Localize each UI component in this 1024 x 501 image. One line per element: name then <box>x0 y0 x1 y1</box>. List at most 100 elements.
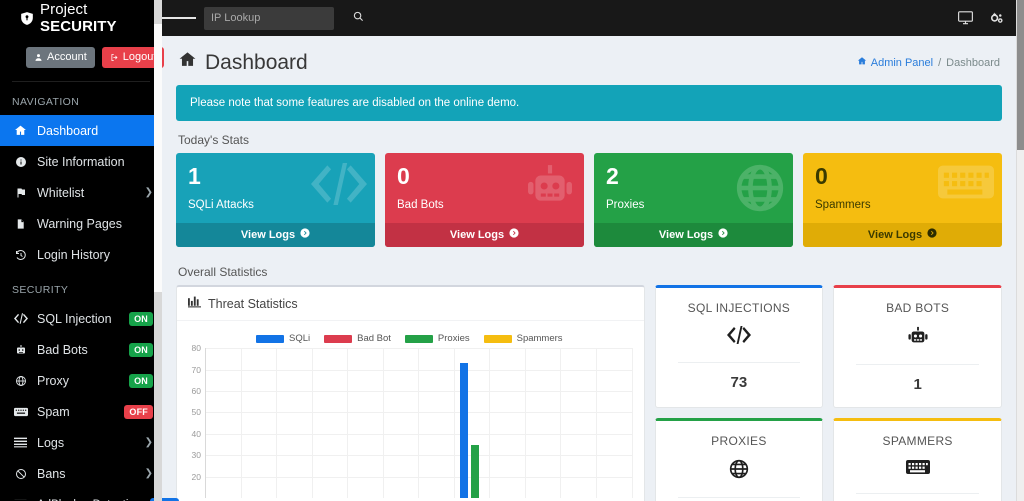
legend-item[interactable]: Bad Bot <box>324 333 391 344</box>
summary-card-title: SPAMMERS <box>882 434 953 449</box>
sidebar-item-spam[interactable]: Spam OFF <box>0 396 162 427</box>
sidebar-item-logs[interactable]: Logs ❯ <box>0 427 162 458</box>
sidebar-scrollbar[interactable] <box>154 0 162 501</box>
account-button[interactable]: Account <box>26 47 95 69</box>
list-icon <box>13 437 28 448</box>
summary-cards-grid: SQL INJECTIONS 73 BAD BOTS 1 PROXIES SPA… <box>654 285 1002 501</box>
stat-card-spammers[interactable]: 0 Spammers View Logs <box>803 153 1002 248</box>
hamburger-icon[interactable] <box>162 0 196 36</box>
chart-gridline <box>382 348 384 499</box>
gears-icon[interactable] <box>989 11 1004 25</box>
brand-text: Project SECURITY <box>40 1 117 35</box>
overall-statistics-label: Overall Statistics <box>178 265 268 280</box>
sidebar-item-label: Dashboard <box>37 123 99 138</box>
stat-card-body: 2 Proxies <box>594 153 793 223</box>
arrow-circle-right-icon <box>927 228 937 241</box>
desktop-icon[interactable] <box>958 11 973 25</box>
chart-y-tick: 30 <box>191 450 201 461</box>
chart-gridline <box>595 348 597 499</box>
stat-card-body: 0 Spammers <box>803 153 1002 223</box>
summary-card-proxies[interactable]: PROXIES <box>654 418 824 501</box>
logout-button-label: Logout <box>122 51 157 63</box>
sidebar-item-dashboard[interactable]: Dashboard <box>0 115 162 147</box>
chart-bar[interactable] <box>460 363 469 499</box>
legend-label: Proxies <box>437 333 470 345</box>
chart-gridline <box>631 348 633 499</box>
sidebar-item-bans[interactable]: Bans ❯ <box>0 458 162 489</box>
summary-card-bad-bots[interactable]: BAD BOTS 1 <box>833 285 1002 409</box>
stat-card-view-logs[interactable]: View Logs <box>385 223 584 248</box>
breadcrumb-link-label: Admin Panel <box>870 56 934 69</box>
legend-swatch <box>404 334 433 343</box>
sidebar-item-adblocker-detection[interactable]: AdBlocker Detection OFF <box>0 489 179 501</box>
sidebar-item-label: Warning Pages <box>37 216 122 231</box>
home-icon <box>178 50 197 75</box>
bar-chart-icon <box>188 296 201 311</box>
arrow-circle-right-icon <box>509 228 519 241</box>
robot-icon <box>524 163 576 214</box>
summary-card-spammers[interactable]: SPAMMERS <box>833 418 1002 501</box>
legend-item[interactable]: SQLi <box>255 333 311 345</box>
chart-plot: 80 70 60 50 40 30 20 <box>192 343 633 499</box>
view-logs-label: View Logs <box>240 228 296 241</box>
sidebar-item-sql-injection[interactable]: SQL Injection ON <box>0 303 162 334</box>
flag-icon <box>13 187 28 199</box>
legend-item[interactable]: Spammers <box>483 333 563 345</box>
status-badge[interactable]: OFF <box>124 404 153 419</box>
stat-card-sqli-attacks[interactable]: 1 SQLi Attacks View Logs <box>176 153 375 248</box>
chart-gridline <box>311 348 313 499</box>
legend-label: SQLi <box>288 333 311 345</box>
sidebar-item-label: Whitelist <box>37 185 85 200</box>
sidebar-item-bad-bots[interactable]: Bad Bots ON <box>0 334 162 365</box>
stat-card-proxies[interactable]: 2 Proxies View Logs <box>594 153 793 248</box>
summary-card-title: BAD BOTS <box>886 301 950 316</box>
stat-card-view-logs[interactable]: View Logs <box>803 223 1002 248</box>
sidebar-item-label: SQL Injection <box>37 311 112 326</box>
legend-item[interactable]: Proxies <box>404 333 470 345</box>
page-scrollbar-thumb[interactable] <box>1017 0 1024 150</box>
sidebar-item-login-history[interactable]: Login History <box>0 239 162 270</box>
breadcrumb-admin-panel[interactable]: Admin Panel <box>857 56 933 69</box>
stat-card-view-logs[interactable]: View Logs <box>176 223 375 248</box>
page-scrollbar[interactable] <box>1016 0 1024 501</box>
arrow-circle-right-icon <box>300 228 310 241</box>
chart-y-tick: 70 <box>191 364 201 375</box>
summary-card-sql-injections[interactable]: SQL INJECTIONS 73 <box>654 285 824 409</box>
page-header: Dashboard Admin Panel / Dashboard <box>176 36 1002 85</box>
sidebar-item-label: Spam <box>37 404 70 419</box>
legend-label: Spammers <box>516 333 563 345</box>
search-icon[interactable] <box>353 11 364 25</box>
stat-card-bad-bots[interactable]: 0 Bad Bots View Logs <box>385 153 584 248</box>
stat-card-view-logs[interactable]: View Logs <box>594 223 793 248</box>
main-content: Dashboard Admin Panel / Dashboard Please… <box>162 36 1016 501</box>
search-input[interactable] <box>211 12 353 24</box>
sidebar-item-proxy[interactable]: Proxy ON <box>0 365 162 396</box>
sidebar-item-whitelist[interactable]: Whitelist ❯ <box>0 177 162 208</box>
lower-section: Threat Statistics SQLi Bad Bot Proxies Spam… <box>176 285 1002 501</box>
sidebar-item-warning-pages[interactable]: Warning Pages <box>0 208 162 239</box>
ip-lookup-search[interactable] <box>204 6 364 30</box>
sidebar-scrollbar-thumb[interactable] <box>154 24 162 292</box>
view-logs-label: View Logs <box>449 228 505 241</box>
status-badge[interactable]: ON <box>129 311 153 326</box>
sidebar: Project SECURITY Account Logout NAVIGATI… <box>0 0 179 501</box>
code-icon <box>13 313 28 324</box>
code-icon <box>664 326 815 350</box>
breadcrumb: Admin Panel / Dashboard <box>857 56 1000 69</box>
brand-logo[interactable]: Project SECURITY <box>0 0 162 36</box>
status-badge[interactable]: ON <box>129 342 153 357</box>
sidebar-section-navigation: NAVIGATION <box>12 96 80 109</box>
stat-cards-row: 1 SQLi Attacks View Logs 0 Bad Bots View… <box>176 153 1002 248</box>
sidebar-item-site-information[interactable]: Site Information <box>0 146 162 177</box>
status-badge[interactable]: ON <box>129 373 153 388</box>
history-icon <box>13 249 28 261</box>
chart-y-tick: 80 <box>191 343 201 354</box>
threat-statistics-chart[interactable]: SQLi Bad Bot Proxies Spammers 80 70 60 50 40 30 2… <box>177 321 644 501</box>
chart-gridline <box>560 348 562 499</box>
chart-y-tick: 20 <box>191 471 201 482</box>
chart-gridline <box>489 348 491 499</box>
chart-bar[interactable] <box>471 444 480 499</box>
chart-gridline <box>418 348 420 499</box>
sidebar-item-label: Bad Bots <box>37 342 88 357</box>
view-logs-label: View Logs <box>867 228 923 241</box>
